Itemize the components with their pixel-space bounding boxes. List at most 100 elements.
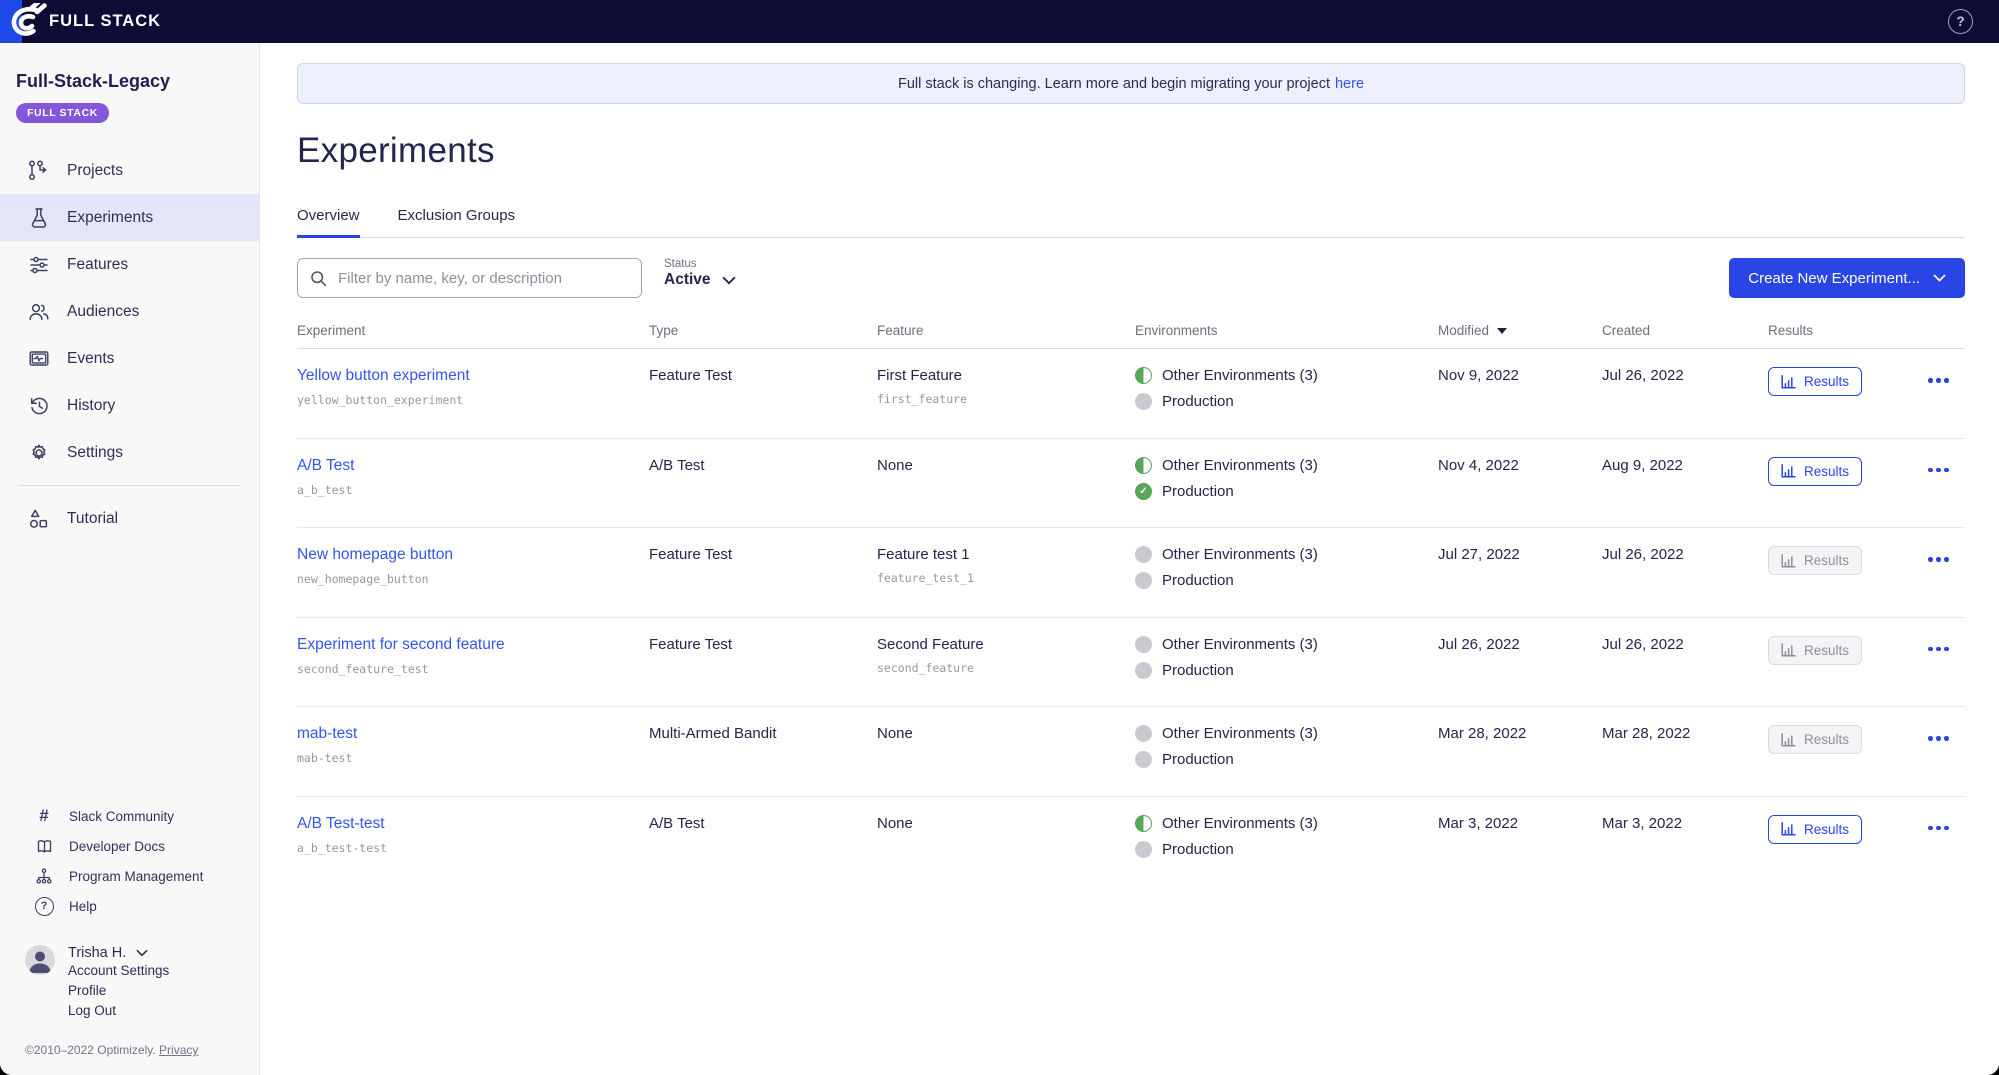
row-menu-button[interactable]: [1928, 646, 1949, 651]
environment-label: Production: [1162, 751, 1234, 768]
sort-desc-icon: [1497, 327, 1508, 334]
ellipsis-icon: [1928, 646, 1933, 651]
sidebar-item-tutorial[interactable]: Tutorial: [0, 495, 259, 542]
experiment-link[interactable]: A/B Test: [297, 457, 354, 474]
sidebar-item-developer-docs[interactable]: Developer Docs: [0, 831, 259, 861]
status-dropdown[interactable]: Active: [664, 271, 736, 289]
sidebar-item-label: Events: [67, 349, 115, 367]
row-menu-button[interactable]: [1928, 557, 1949, 562]
created-date: Aug 9, 2022: [1602, 456, 1683, 474]
tab-overview[interactable]: Overview: [297, 207, 360, 238]
help-icon[interactable]: ?: [1948, 9, 1973, 34]
results-button-label: Results: [1804, 374, 1850, 389]
sidebar-item-program-management[interactable]: Program Management: [0, 861, 259, 891]
results-button[interactable]: Results: [1768, 635, 1863, 665]
sidebar-item-events[interactable]: Events: [0, 335, 259, 382]
row-menu-button[interactable]: [1928, 467, 1949, 472]
created-date: Mar 28, 2022: [1602, 725, 1691, 742]
environment-status: Production: [1135, 572, 1438, 589]
col-header-experiment[interactable]: Experiment: [297, 323, 649, 338]
environment-status-icon: [1135, 393, 1152, 410]
environment-label: Other Environments (3): [1162, 546, 1318, 563]
col-header-type[interactable]: Type: [649, 323, 877, 338]
monitor-pulse-icon: [29, 350, 49, 366]
account-settings-link[interactable]: Account Settings: [68, 961, 169, 981]
created-date: Mar 3, 2022: [1602, 814, 1683, 832]
toolbar: Status Active Create New Experiment...: [297, 258, 1965, 298]
avatar[interactable]: [25, 945, 55, 975]
bar-chart-icon: [1781, 553, 1796, 568]
experiment-link[interactable]: Experiment for second feature: [297, 636, 505, 653]
flow-icon: [29, 160, 47, 180]
experiment-link[interactable]: New homepage button: [297, 546, 453, 563]
sidebar-item-slack-community[interactable]: # Slack Community: [0, 801, 259, 831]
environment-status-icon: [1135, 546, 1152, 563]
sidebar-item-experiments[interactable]: Experiments: [0, 194, 259, 241]
bar-chart-icon: [1781, 643, 1796, 657]
experiment-link[interactable]: mab-test: [297, 725, 357, 742]
row-menu-button[interactable]: [1928, 378, 1949, 383]
ellipsis-icon: [1928, 825, 1933, 830]
feature-key: first_feature: [877, 392, 968, 406]
environment-status: Production: [1135, 751, 1438, 768]
status-filter: Status Active: [664, 258, 736, 289]
results-button[interactable]: Results: [1768, 367, 1863, 396]
sidebar-item-settings[interactable]: Settings: [0, 429, 259, 476]
row-menu-button[interactable]: [1928, 825, 1949, 830]
environments-cell: Other Environments (3) Production: [1135, 367, 1438, 410]
col-header-feature[interactable]: Feature: [877, 323, 1135, 338]
results-button[interactable]: Results: [1768, 456, 1863, 486]
logout-link[interactable]: Log Out: [68, 1001, 169, 1021]
environment-label: Other Environments (3): [1162, 635, 1318, 653]
bar-chart-icon: [1781, 822, 1796, 836]
banner-here-link[interactable]: here: [1335, 76, 1364, 92]
results-button-label: Results: [1804, 821, 1850, 837]
profile-link[interactable]: Profile: [68, 981, 169, 1001]
copyright-text: ©2010–2022 Optimizely.: [25, 1043, 160, 1057]
sidebar-item-features[interactable]: Features: [0, 241, 259, 288]
sidebar-item-audiences[interactable]: Audiences: [0, 288, 259, 335]
results-button[interactable]: Results: [1768, 546, 1863, 575]
environment-status-icon: [1135, 456, 1152, 474]
main-content: Full stack is changing. Learn more and b…: [260, 43, 1999, 1075]
feature-name: None: [877, 456, 913, 474]
optimizely-logo-icon: [11, 3, 47, 36]
environment-status: Other Environments (3): [1135, 546, 1438, 563]
modified-date: Mar 3, 2022: [1438, 814, 1519, 832]
sidebar-item-history[interactable]: History: [0, 382, 259, 429]
col-header-modified[interactable]: Modified: [1438, 323, 1602, 338]
experiment-link[interactable]: Yellow button experiment: [297, 367, 470, 384]
row-menu-button[interactable]: [1928, 736, 1949, 741]
table-row: New homepage button new_homepage_button …: [297, 528, 1965, 618]
hash-icon: #: [39, 806, 49, 825]
ellipsis-icon: [1928, 557, 1933, 562]
results-button[interactable]: Results: [1768, 814, 1863, 844]
history-clock-icon: [30, 397, 48, 414]
util-item-label: Developer Docs: [69, 838, 166, 854]
sidebar-item-projects[interactable]: Projects: [0, 147, 259, 194]
tab-bar: Overview Exclusion Groups: [297, 207, 1965, 238]
book-icon: [37, 839, 51, 853]
chevron-down-icon: [722, 276, 735, 284]
table-row: Experiment for second feature second_fea…: [297, 618, 1965, 707]
environment-status-icon: [1135, 840, 1152, 858]
environment-label: Production: [1162, 661, 1234, 679]
sidebar-divider: [18, 485, 241, 486]
col-header-environments[interactable]: Environments: [1135, 323, 1438, 338]
user-menu[interactable]: Trisha H.: [68, 945, 169, 961]
tab-exclusion-groups[interactable]: Exclusion Groups: [398, 207, 516, 237]
privacy-link[interactable]: Privacy: [159, 1043, 198, 1057]
modified-date: Nov 4, 2022: [1438, 456, 1519, 474]
created-date: Jul 26, 2022: [1602, 635, 1684, 653]
experiment-type: A/B Test: [649, 456, 705, 474]
experiment-link[interactable]: A/B Test-test: [297, 815, 385, 832]
filter-input[interactable]: [336, 268, 629, 288]
create-new-experiment-button[interactable]: Create New Experiment...: [1729, 258, 1965, 298]
experiment-type: Feature Test: [649, 546, 733, 563]
gear-icon: [32, 443, 46, 460]
sidebar-item-help[interactable]: ? Help: [0, 891, 259, 921]
col-header-created[interactable]: Created: [1602, 323, 1768, 338]
experiment-type: Feature Test: [649, 635, 733, 653]
results-button[interactable]: Results: [1768, 725, 1863, 754]
experiment-type: Feature Test: [649, 367, 733, 384]
